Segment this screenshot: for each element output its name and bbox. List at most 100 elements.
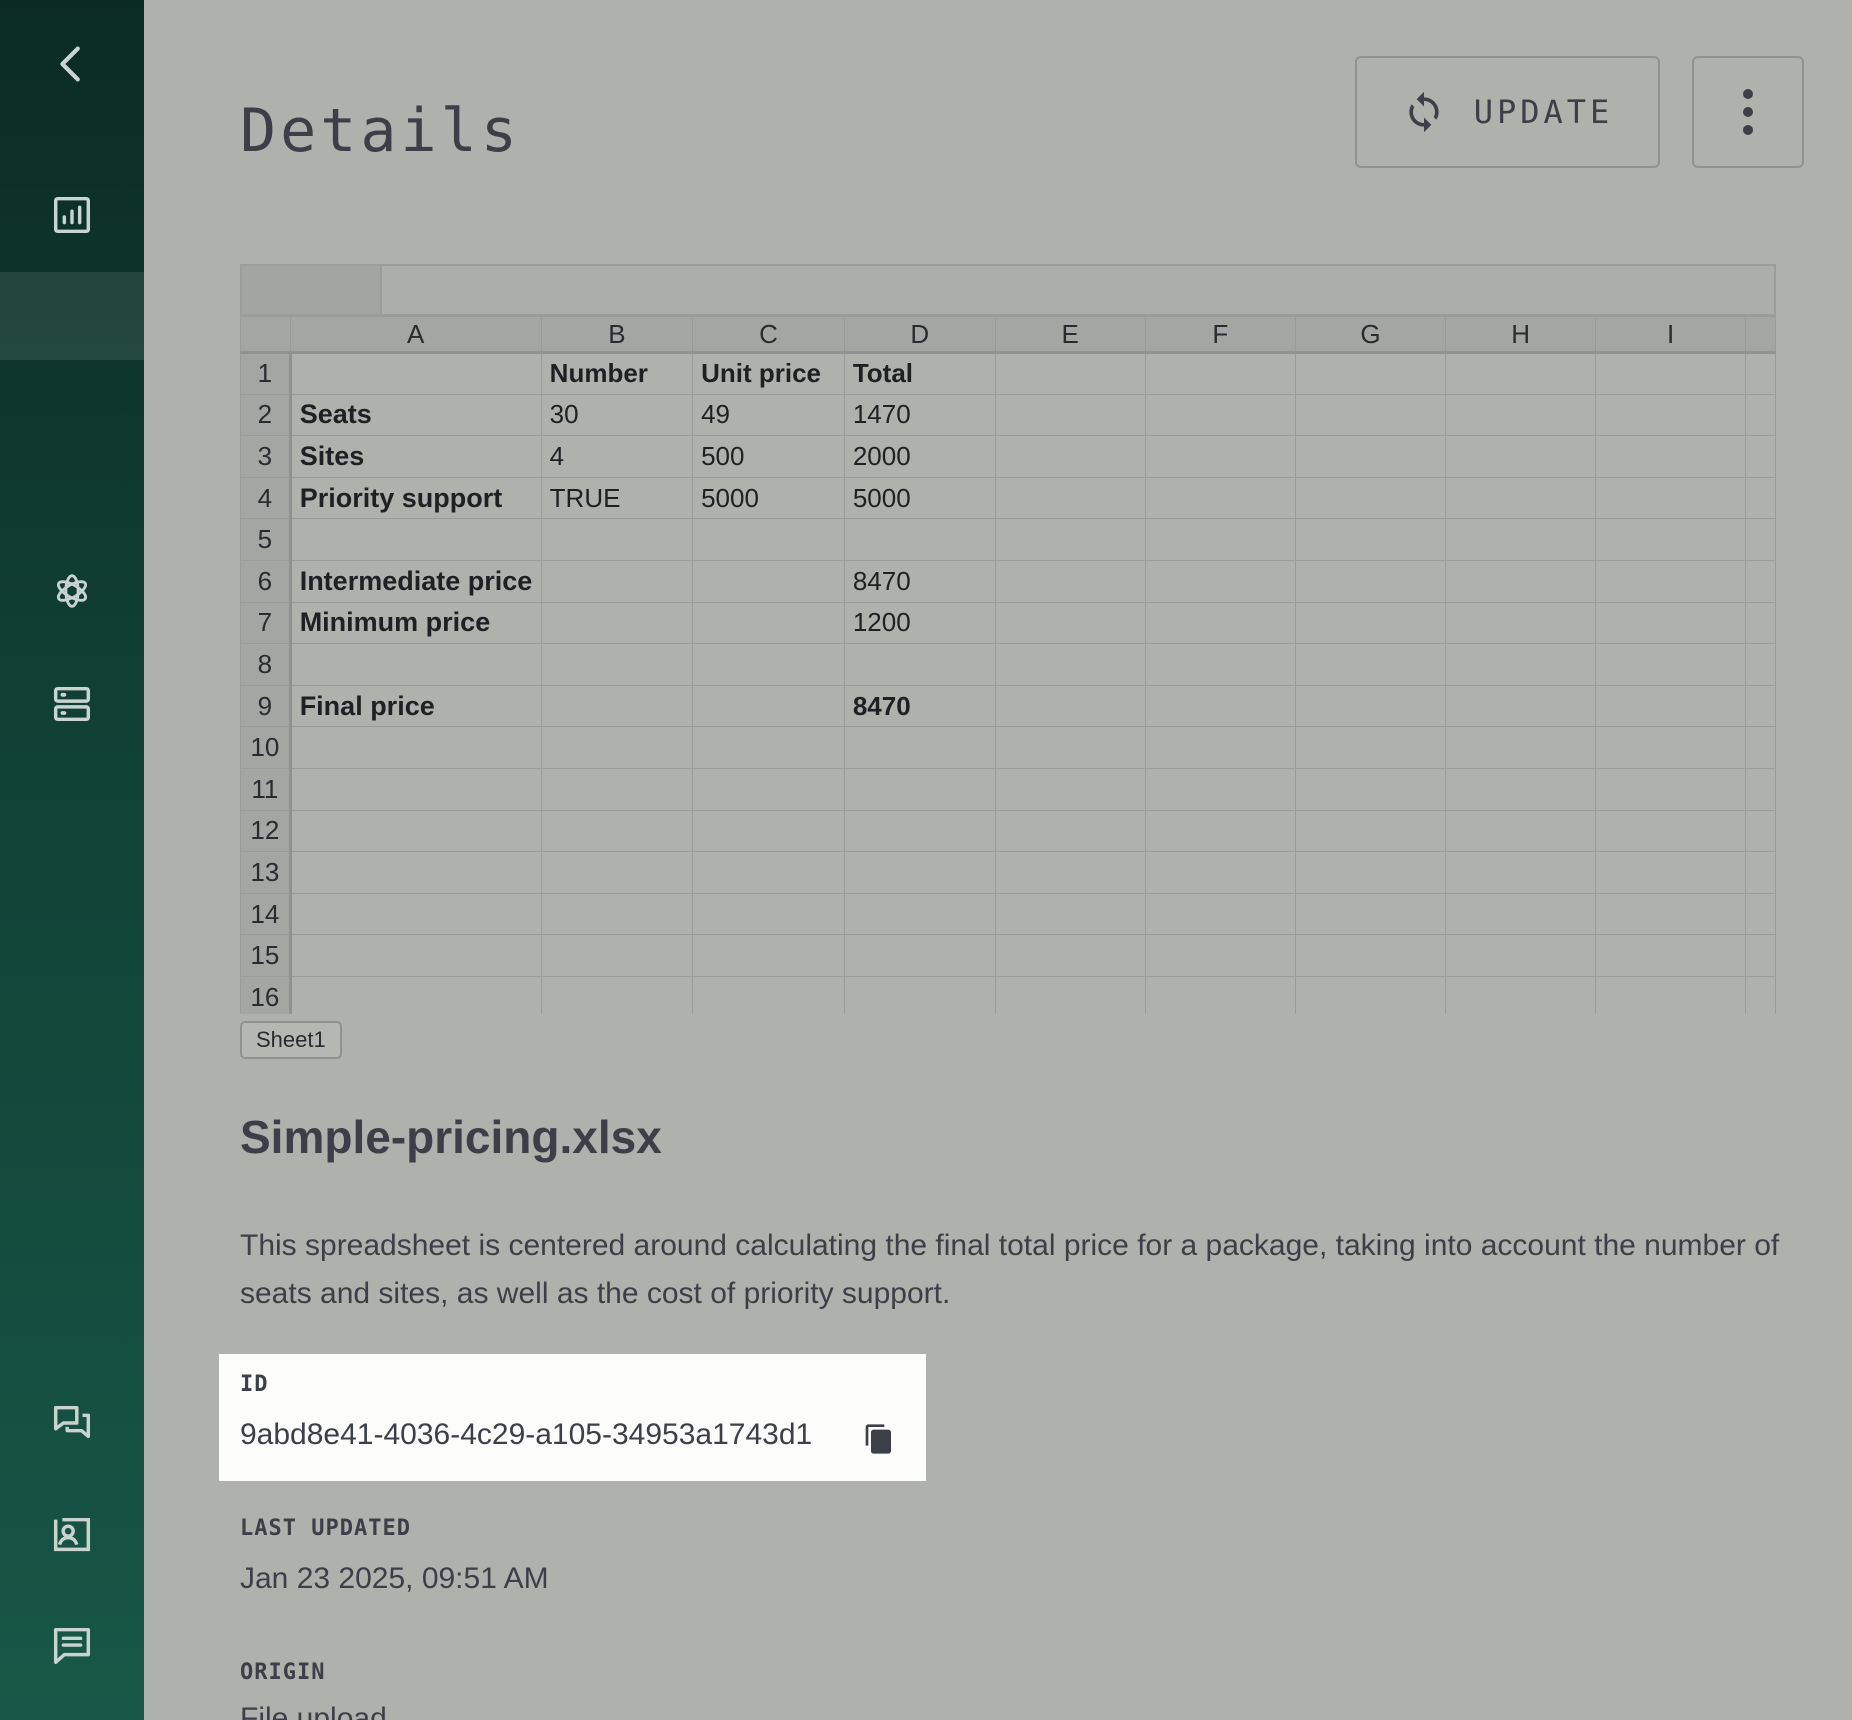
sheet-cell[interactable]: 5000 bbox=[843, 476, 996, 520]
row-number[interactable]: 14 bbox=[240, 892, 292, 936]
sheet-cell[interactable] bbox=[1144, 518, 1296, 561]
sheet-cell[interactable] bbox=[692, 851, 845, 894]
sheet-cell[interactable] bbox=[692, 518, 845, 561]
sheet-cell[interactable] bbox=[1144, 476, 1296, 520]
more-options-button[interactable] bbox=[1692, 56, 1804, 168]
sheet-cell[interactable] bbox=[994, 809, 1146, 853]
column-header[interactable]: B bbox=[540, 316, 694, 354]
sheet-cell[interactable] bbox=[540, 809, 694, 853]
sheet-cell[interactable] bbox=[1144, 851, 1296, 894]
sheet-cell[interactable] bbox=[692, 892, 845, 936]
sheet-cell[interactable] bbox=[1595, 352, 1747, 395]
sheet-cell[interactable] bbox=[1294, 601, 1447, 645]
sheet-cell[interactable] bbox=[1144, 892, 1296, 936]
sheet-cell[interactable] bbox=[540, 851, 694, 894]
sheet-cell[interactable] bbox=[1294, 476, 1447, 520]
sheet-cell[interactable] bbox=[1294, 393, 1447, 437]
sheet-cell[interactable] bbox=[540, 559, 694, 603]
sheet-cell[interactable] bbox=[540, 601, 694, 645]
sheet-cell[interactable] bbox=[1294, 643, 1447, 686]
sheet-cell[interactable] bbox=[1294, 435, 1447, 478]
sheet-cell[interactable]: Sites bbox=[289, 435, 542, 478]
sheet-cell[interactable] bbox=[994, 892, 1146, 936]
sheet-cell[interactable]: 4 bbox=[540, 435, 694, 478]
sheet-cell[interactable] bbox=[994, 975, 1146, 1014]
row-number[interactable]: 8 bbox=[240, 643, 292, 686]
sheet-cell[interactable] bbox=[1445, 393, 1597, 437]
sheet-cell[interactable] bbox=[843, 934, 996, 977]
copy-icon[interactable] bbox=[863, 1422, 895, 1456]
sheet-cell[interactable] bbox=[1595, 809, 1747, 853]
sheet-cell[interactable] bbox=[692, 975, 845, 1014]
column-header[interactable]: G bbox=[1294, 316, 1447, 354]
row-number[interactable]: 11 bbox=[240, 767, 292, 811]
sheet-cell[interactable] bbox=[1294, 352, 1447, 395]
sheet-cell[interactable] bbox=[1294, 975, 1447, 1014]
sheet-cell[interactable]: Priority support bbox=[289, 476, 542, 520]
sheet-cell[interactable]: 500 bbox=[692, 435, 845, 478]
sheet-cell[interactable] bbox=[289, 809, 542, 853]
grid-corner[interactable] bbox=[240, 316, 291, 354]
sheet-cell[interactable] bbox=[1445, 892, 1597, 936]
sheet-cell[interactable] bbox=[843, 892, 996, 936]
sidebar-item-contacts[interactable] bbox=[0, 1495, 144, 1575]
sheet-cell[interactable]: Seats bbox=[289, 393, 542, 437]
sheet-cell[interactable] bbox=[843, 975, 996, 1014]
sheet-cell[interactable] bbox=[1445, 934, 1597, 977]
sheet-cell[interactable] bbox=[1595, 767, 1747, 811]
sheet-cell[interactable] bbox=[1144, 767, 1296, 811]
sheet-cell[interactable] bbox=[1445, 435, 1597, 478]
sheet-cell[interactable] bbox=[1445, 684, 1597, 728]
sheet-cell[interactable] bbox=[1144, 934, 1296, 977]
sheet-cell[interactable] bbox=[1294, 767, 1447, 811]
sheet-cell[interactable] bbox=[289, 767, 542, 811]
sheet-cell[interactable] bbox=[994, 559, 1146, 603]
sheet-cell[interactable] bbox=[1144, 559, 1296, 603]
sheet-cell[interactable] bbox=[994, 393, 1146, 437]
sheet-cell[interactable] bbox=[843, 726, 996, 769]
sheet-cell[interactable] bbox=[289, 851, 542, 894]
sheet-cell[interactable] bbox=[1595, 934, 1747, 977]
sheet-cell[interactable] bbox=[1595, 559, 1747, 603]
column-header[interactable]: H bbox=[1445, 316, 1597, 354]
sheet-cell[interactable] bbox=[1144, 726, 1296, 769]
column-header[interactable]: F bbox=[1144, 316, 1296, 354]
column-header[interactable]: C bbox=[692, 316, 845, 354]
sheet-cell[interactable] bbox=[1445, 559, 1597, 603]
name-box[interactable] bbox=[242, 266, 382, 314]
sheet-cell[interactable] bbox=[994, 352, 1146, 395]
sidebar-item-messages[interactable] bbox=[0, 1606, 144, 1686]
sheet-cell[interactable]: Number bbox=[540, 352, 694, 395]
update-button[interactable]: UPDATE bbox=[1355, 56, 1660, 168]
sheet-cell[interactable]: TRUE bbox=[540, 476, 694, 520]
sheet-cell[interactable] bbox=[289, 726, 542, 769]
row-number[interactable]: 10 bbox=[240, 726, 292, 769]
sheet-cell[interactable] bbox=[843, 809, 996, 853]
row-number[interactable]: 13 bbox=[240, 851, 292, 894]
sheet-cell[interactable] bbox=[540, 726, 694, 769]
sheet-cell[interactable] bbox=[994, 518, 1146, 561]
sheet-cell[interactable] bbox=[289, 975, 542, 1014]
sheet-cell[interactable]: 30 bbox=[540, 393, 694, 437]
sheet-cell[interactable] bbox=[540, 934, 694, 977]
sheet-cell[interactable] bbox=[1445, 518, 1597, 561]
sheet-cell[interactable] bbox=[994, 476, 1146, 520]
sheet-cell[interactable]: 5000 bbox=[692, 476, 845, 520]
sheet-cell[interactable]: 8470 bbox=[843, 559, 996, 603]
sheet-cell[interactable] bbox=[540, 892, 694, 936]
sheet-cell[interactable]: Unit price bbox=[692, 352, 845, 395]
sheet-cell[interactable] bbox=[289, 518, 542, 561]
sidebar-item-storage[interactable] bbox=[0, 664, 144, 744]
sheet-cell[interactable] bbox=[1445, 975, 1597, 1014]
sheet-cell[interactable] bbox=[1294, 809, 1447, 853]
sheet-cell[interactable] bbox=[1595, 643, 1747, 686]
row-number[interactable]: 2 bbox=[240, 393, 292, 437]
row-number[interactable]: 16 bbox=[240, 975, 292, 1014]
sheet-cell[interactable] bbox=[1294, 726, 1447, 769]
sheet-cell[interactable] bbox=[1144, 601, 1296, 645]
sheet-cell[interactable] bbox=[1445, 767, 1597, 811]
sheet-cell[interactable] bbox=[994, 851, 1146, 894]
sheet-cell[interactable] bbox=[1595, 518, 1747, 561]
sheet-cell[interactable] bbox=[1595, 851, 1747, 894]
sheet-cell[interactable] bbox=[994, 767, 1146, 811]
